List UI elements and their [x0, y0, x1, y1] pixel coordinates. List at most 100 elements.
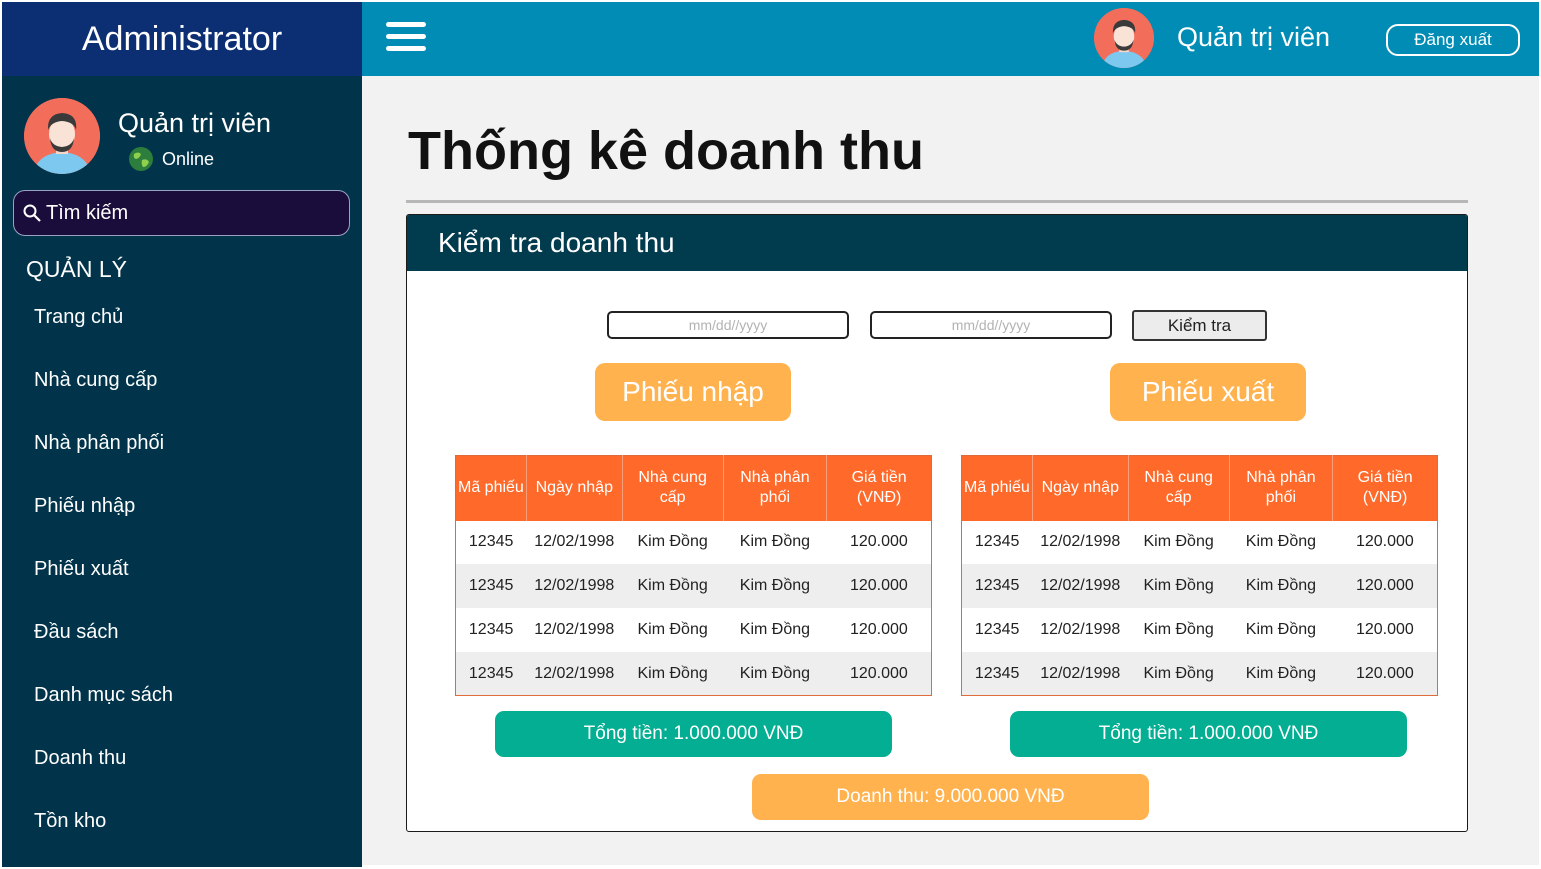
table-cell: 120.000 [1332, 564, 1438, 609]
table-row: 12345 12/02/1998 Kim Đồng Kim Đồng 120.0… [455, 651, 932, 696]
table-row: 12345 12/02/1998 Kim Đồng Kim Đồng 120.0… [961, 651, 1438, 696]
sidebar-item-trang-chu[interactable]: Trang chủ [34, 306, 173, 369]
date-from-field[interactable] [607, 311, 849, 339]
sidebar-user: Quản trị viên Online [24, 98, 344, 178]
table-cell: 120.000 [849, 620, 908, 638]
search-icon [23, 204, 41, 222]
date-to-field[interactable] [870, 311, 1112, 339]
table-cell: Kim Đồng [1128, 651, 1230, 696]
table-cell: 12345 [468, 620, 514, 638]
sidebar-menu: Trang chủ Nhà cung cấp Nhà phân phối Phi… [34, 306, 173, 869]
column-header: Giá tiền (VNĐ) [826, 455, 932, 521]
table-cell: 12345 [468, 533, 514, 551]
search-input[interactable]: Tìm kiếm [13, 190, 350, 236]
column-header: Ngày nhập [526, 455, 623, 521]
title-divider [406, 200, 1468, 203]
status-text: Online [162, 148, 215, 169]
table-row: 12345 12/02/1998 Kim Đồng Kim Đồng 120.0… [455, 564, 932, 609]
topbar-user-name: Quản trị viên [1177, 22, 1331, 52]
sidebar-item-phieu-nhap[interactable]: Phiếu nhập [34, 495, 173, 558]
table-cell: 12/02/1998 [526, 651, 623, 696]
table-row: 12345 12/02/1998 Kim Đồng Kim Đồng 120.0… [456, 608, 932, 652]
sidebar-section-title: QUẢN LÝ [26, 256, 127, 282]
sidebar-item-dau-sach[interactable]: Đầu sách [34, 621, 173, 684]
column-header: Nhà cung cấp [1128, 455, 1230, 521]
table-cell: Kim Đồng [739, 620, 811, 638]
table-cell: 12/02/1998 [534, 533, 615, 551]
table-cell: 12345 [455, 651, 527, 696]
export-table: Mã phiếu Ngày nhập Nhà cung cấp Nhà phân… [961, 455, 1438, 697]
column-header: Nhà phân phối [723, 455, 828, 521]
table-cell: 12/02/1998 [1032, 651, 1129, 696]
page-title: Thống kê doanh thu [408, 121, 924, 181]
top-bar: Quản trị viên Đăng xuất [362, 2, 1539, 76]
table-cell: 12/02/1998 [526, 564, 623, 609]
table-cell: 120.000 [1355, 533, 1414, 551]
sidebar-item-nha-phan-phoi[interactable]: Nhà phân phối [34, 432, 173, 495]
user-avatar-icon[interactable] [1094, 8, 1154, 68]
table-header-row: Mã phiếu Ngày nhập Nhà cung cấp Nhà phân… [455, 455, 932, 521]
revenue-total-badge: Doanh thu: 9.000.000 VNĐ [752, 774, 1149, 820]
column-header: Mã phiếu [455, 455, 527, 521]
globe-icon [129, 147, 153, 171]
hamburger-menu-icon[interactable] [386, 22, 426, 54]
user-status: Online [128, 146, 214, 172]
table-cell: Kim Đồng [1143, 533, 1214, 551]
table-row: 12345 12/02/1998 Kim Đồng Kim Đồng 120.0… [962, 521, 1438, 565]
main-content: Thống kê doanh thu Kiểm tra doanh thu Ki… [362, 76, 1539, 865]
import-tab-button[interactable]: Phiếu nhập [595, 363, 791, 421]
table-cell: 12/02/1998 [1040, 620, 1121, 638]
table-cell: Kim Đồng [1229, 651, 1333, 696]
table-cell: 12345 [961, 564, 1033, 609]
table-cell: Kim Đồng [1229, 564, 1333, 609]
table-cell: 120.000 [826, 651, 932, 696]
table-row: 12345 12/02/1998 Kim Đồng Kim Đồng 120.0… [456, 521, 932, 565]
sidebar-item-nha-cung-cap[interactable]: Nhà cung cấp [34, 369, 173, 432]
table-cell: Kim Đồng [637, 620, 708, 638]
revenue-card: Kiểm tra doanh thu Kiểm tra Phiếu nhập P… [406, 214, 1468, 832]
table-row: 12345 12/02/1998 Kim Đồng Kim Đồng 120.0… [961, 564, 1438, 609]
table-cell: 12/02/1998 [534, 620, 615, 638]
table-cell: Kim Đồng [723, 564, 827, 609]
table-cell: 12/02/1998 [1040, 533, 1121, 551]
card-title: Kiểm tra doanh thu [407, 215, 1467, 271]
table-cell: 120.000 [826, 564, 932, 609]
table-cell: 12345 [455, 564, 527, 609]
table-cell: Kim Đồng [1143, 620, 1214, 638]
table-cell: 12/02/1998 [1032, 564, 1129, 609]
sidebar-item-phieu-xuat[interactable]: Phiếu xuất [34, 558, 173, 621]
check-button[interactable]: Kiểm tra [1132, 310, 1267, 341]
sidebar-item-danh-muc-sach[interactable]: Danh mục sách [34, 684, 173, 747]
table-row: 12345 12/02/1998 Kim Đồng Kim Đồng 120.0… [962, 608, 1438, 652]
table-cell: 120.000 [1332, 651, 1438, 696]
column-header: Nhà cung cấp [622, 455, 724, 521]
table-cell: 12345 [974, 533, 1020, 551]
table-cell: Kim Đồng [637, 533, 708, 551]
table-cell: Kim Đồng [622, 651, 724, 696]
table-cell: Kim Đồng [1245, 533, 1317, 551]
column-header: Ngày nhập [1032, 455, 1129, 521]
table-cell: 12345 [961, 651, 1033, 696]
table-cell: Kim Đồng [1245, 620, 1317, 638]
table-cell: Kim Đồng [723, 651, 827, 696]
sidebar-item-doanh-thu[interactable]: Doanh thu [34, 747, 173, 810]
table-cell: Kim Đồng [1128, 564, 1230, 609]
user-avatar-icon [24, 98, 100, 174]
export-total-badge: Tổng tiền: 1.000.000 VNĐ [1010, 711, 1407, 757]
table-cell: 120.000 [1355, 620, 1414, 638]
export-tab-button[interactable]: Phiếu xuất [1110, 363, 1306, 421]
logout-button[interactable]: Đăng xuất [1386, 24, 1520, 56]
search-label: Tìm kiếm [46, 201, 129, 224]
app-brand: Administrator [2, 2, 362, 76]
sidebar-user-name: Quản trị viên [118, 108, 272, 138]
column-header: Nhà phân phối [1229, 455, 1334, 521]
table-header-row: Mã phiếu Ngày nhập Nhà cung cấp Nhà phân… [961, 455, 1438, 521]
sidebar-item-ton-kho[interactable]: Tồn kho [34, 810, 173, 869]
import-table: Mã phiếu Ngày nhập Nhà cung cấp Nhà phân… [455, 455, 932, 697]
sidebar: Quản trị viên Online Tìm kiếm QUẢN LÝ Tr… [2, 76, 362, 867]
table-cell: 120.000 [849, 533, 908, 551]
import-total-badge: Tổng tiền: 1.000.000 VNĐ [495, 711, 892, 757]
table-cell: 12345 [974, 620, 1020, 638]
column-header: Giá tiền (VNĐ) [1332, 455, 1438, 521]
table-cell: Kim Đồng [739, 533, 811, 551]
